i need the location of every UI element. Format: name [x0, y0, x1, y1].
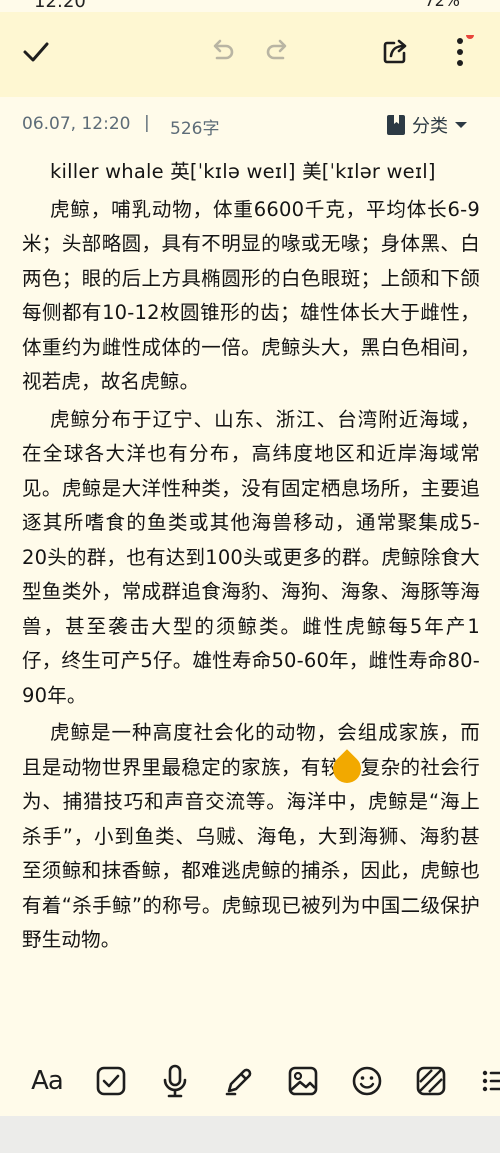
background-button[interactable]: [410, 1060, 452, 1102]
word-count: 526字: [170, 119, 220, 139]
more-vert-icon: [457, 35, 474, 66]
battery-level: 72%: [424, 0, 460, 10]
text-style-icon: Aa: [31, 1066, 64, 1096]
emoji-icon: [352, 1066, 382, 1096]
chevron-down-icon: [455, 122, 467, 128]
background-icon: [416, 1066, 446, 1096]
note-paragraph: 虎鲸是一种高度社会化的动物，会组成家族，而且是动物世界里最稳定的家族，有较为复杂…: [22, 721, 480, 951]
status-time: 12:20: [34, 0, 86, 12]
meta-separator: |: [144, 113, 150, 133]
note-meta: 06.07, 12:20 | 526字 分类: [22, 112, 478, 140]
note-paragraph: 虎鲸分布于辽宁、山东、浙江、台湾附近海域，在全球各大洋也有分布，高纬度地区和近岸…: [22, 407, 480, 707]
redo-icon: [266, 39, 287, 60]
redo-button[interactable]: [260, 34, 296, 70]
pen-icon: [225, 1068, 252, 1096]
undo-button[interactable]: [204, 34, 240, 70]
note-date: 06.07, 12:20: [22, 114, 131, 134]
notebook-icon: [387, 115, 405, 135]
format-toolbar: Aa: [0, 1046, 500, 1116]
undo-icon: [213, 39, 234, 60]
microphone-icon: [163, 1064, 187, 1098]
category-dropdown[interactable]: 分类: [386, 112, 468, 138]
confirm-button[interactable]: [18, 34, 54, 70]
top-toolbar: [0, 12, 500, 97]
note-editor[interactable]: killer whale 英[ˈkɪlə weɪl] 美[ˈkɪlər weɪl…: [22, 155, 480, 958]
list-button[interactable]: [474, 1060, 500, 1102]
checkbox-icon: [96, 1066, 126, 1096]
check-icon: [23, 42, 49, 62]
note-paragraph: killer whale 英[ˈkɪlə weɪl] 美[ˈkɪlər weɪl…: [50, 160, 436, 183]
list-icon: [482, 1070, 500, 1092]
voice-input-button[interactable]: [154, 1060, 196, 1102]
category-label: 分类: [412, 116, 448, 137]
emoji-button[interactable]: [346, 1060, 388, 1102]
system-navigation-bar: [0, 1116, 500, 1153]
note-paragraph: 虎鲸，哺乳动物，体重6600千克，平均体长6-9米；头部略圆，具有不明显的喙或无…: [22, 197, 480, 394]
share-button[interactable]: [377, 34, 413, 70]
status-bar: 12:20 72%: [0, 0, 500, 12]
share-icon: [383, 39, 407, 64]
more-options-button[interactable]: [442, 34, 478, 70]
handwriting-button[interactable]: [218, 1060, 260, 1102]
text-style-button[interactable]: Aa: [26, 1060, 68, 1102]
image-icon: [288, 1066, 318, 1096]
insert-image-button[interactable]: [282, 1060, 324, 1102]
checklist-button[interactable]: [90, 1060, 132, 1102]
